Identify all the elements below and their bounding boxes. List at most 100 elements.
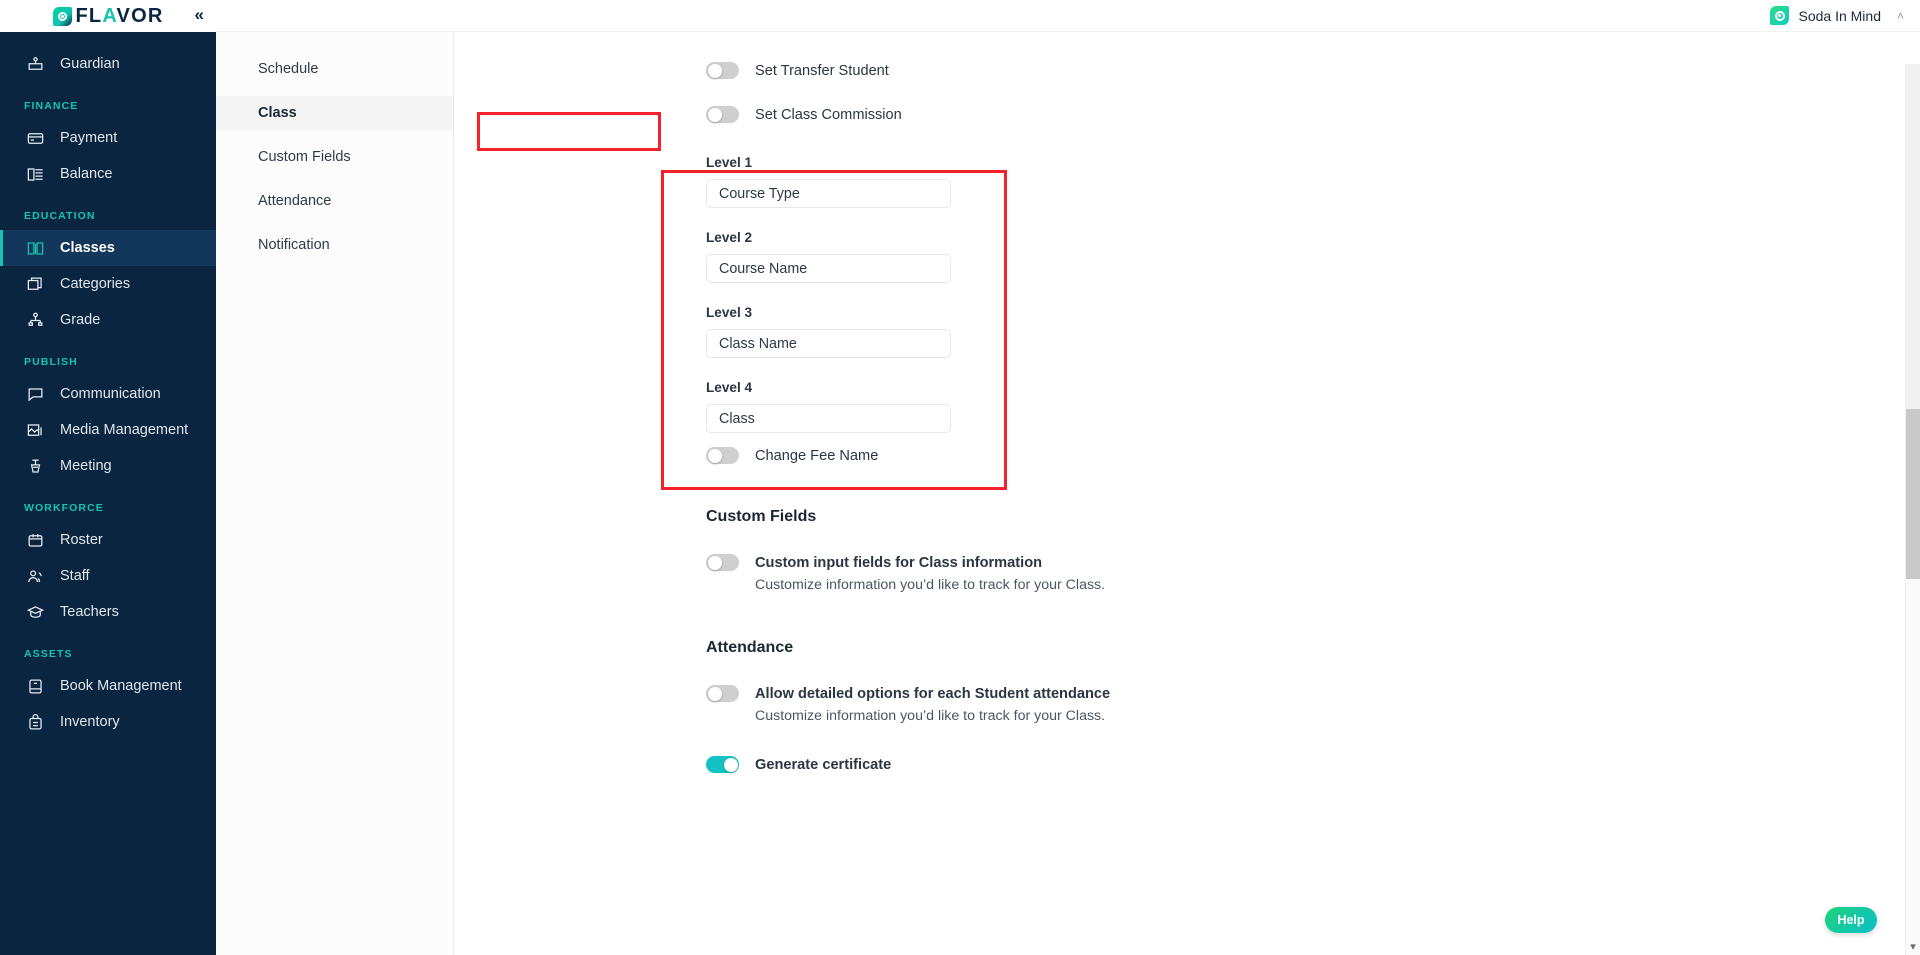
sidebar-item-meeting[interactable]: Meeting xyxy=(0,448,216,484)
sidebar-group-publish: PUBLISH xyxy=(24,356,78,368)
sidebar-label: Media Management xyxy=(60,422,189,438)
level-1-input[interactable]: Course Type xyxy=(706,179,951,208)
setting-row-class-commission: Set Class Commission xyxy=(454,106,1920,123)
level-1-label: Level 1 xyxy=(706,155,753,170)
sidebar: FLAVOR « Guardian FINANCE Payment Balanc… xyxy=(0,0,216,955)
subnav-item-custom-fields[interactable]: Custom Fields xyxy=(216,140,453,174)
subnav-label: Custom Fields xyxy=(258,149,351,165)
subnav-label: Schedule xyxy=(258,61,319,77)
flavor-logo-icon xyxy=(52,6,72,26)
account-name: Soda In Mind xyxy=(1798,7,1881,24)
book-open-icon xyxy=(24,237,46,259)
sidebar-nav: Guardian FINANCE Payment Balance EDUCATI… xyxy=(0,32,216,740)
section-title-custom-fields: Custom Fields xyxy=(706,508,817,525)
setting-label: Set Class Commission xyxy=(755,106,902,123)
sidebar-item-guardian[interactable]: Guardian xyxy=(0,46,216,82)
sidebar-item-classes[interactable]: Classes xyxy=(0,230,216,266)
subnav-item-class[interactable]: Class xyxy=(216,96,453,130)
people-icon xyxy=(24,565,46,587)
app-root: FLAVOR « Guardian FINANCE Payment Balanc… xyxy=(0,0,1920,955)
sidebar-item-teachers[interactable]: Teachers xyxy=(0,594,216,630)
categories-icon xyxy=(24,273,46,295)
settings-subnav: Schedule Class Custom Fields Attendance … xyxy=(216,32,454,955)
sidebar-group-workforce: WORKFORCE xyxy=(24,502,104,514)
section-title-attendance: Attendance xyxy=(706,639,794,656)
level-4-input[interactable]: Class xyxy=(706,404,951,433)
level-naming-group: Level 1 Course Type Level 2 Course Name … xyxy=(454,155,1920,433)
scrollbar-track xyxy=(1906,64,1920,447)
sidebar-label: Payment xyxy=(60,130,118,146)
book-icon xyxy=(24,675,46,697)
sidebar-item-roster[interactable]: Roster xyxy=(0,522,216,558)
sidebar-label: Inventory xyxy=(60,714,120,730)
toggle-set-class-commission[interactable] xyxy=(706,106,739,123)
sidebar-item-inventory[interactable]: Inventory xyxy=(0,704,216,740)
sidebar-label: Roster xyxy=(60,532,103,548)
content-wrap: Schedule Class Custom Fields Attendance … xyxy=(216,32,1920,955)
guardian-icon xyxy=(24,53,46,75)
inventory-bag-icon xyxy=(24,711,46,733)
setting-row-transfer-student: Set Transfer Student xyxy=(454,62,1920,79)
soda-in-mind-logo-icon xyxy=(1770,6,1790,25)
sidebar-item-communication[interactable]: Communication xyxy=(0,376,216,412)
setting-row-generate-certificate: Generate certificate xyxy=(454,756,1920,773)
grade-hierarchy-icon xyxy=(24,309,46,331)
subnav-label: Class xyxy=(258,105,297,121)
toggle-generate-certificate[interactable] xyxy=(706,756,739,773)
brand-text-fl: FL xyxy=(75,5,103,27)
setting-label: Custom input fields for Class informatio… xyxy=(755,554,1043,571)
subnav-label: Attendance xyxy=(258,193,332,209)
sidebar-label: Teachers xyxy=(60,604,119,620)
toggle-detailed-attendance-options[interactable] xyxy=(706,685,739,702)
setting-label: Allow detailed options for each Student … xyxy=(755,685,1111,702)
sidebar-label: Categories xyxy=(60,276,131,292)
chevron-up-icon[interactable]: ˄ xyxy=(1897,9,1904,23)
help-button[interactable]: Help xyxy=(1825,907,1877,933)
toggle-custom-input-fields[interactable] xyxy=(706,554,739,571)
sidebar-label: Book Management xyxy=(60,678,182,694)
setting-label: Generate certificate xyxy=(755,756,892,773)
account-switcher[interactable]: Soda In Mind xyxy=(1770,6,1881,25)
sidebar-label: Balance xyxy=(60,166,113,182)
sidebar-item-categories[interactable]: Categories xyxy=(0,266,216,302)
body-area: Soda In Mind ˄ Schedule Class Custom Fie… xyxy=(216,0,1920,955)
level-2-label: Level 2 xyxy=(706,230,753,245)
sidebar-label: Staff xyxy=(60,568,90,584)
sidebar-item-staff[interactable]: Staff xyxy=(0,558,216,594)
sidebar-item-balance[interactable]: Balance xyxy=(0,156,216,192)
brand-text-vor: VOR xyxy=(116,5,164,27)
balance-icon xyxy=(24,163,46,185)
toggle-set-transfer-student[interactable] xyxy=(706,62,739,79)
sidebar-collapse-icon[interactable]: « xyxy=(195,6,204,23)
vertical-scrollbar[interactable]: ▾ xyxy=(1905,64,1920,955)
level-3-input[interactable]: Class Name xyxy=(706,329,951,358)
level-2-input[interactable]: Course Name xyxy=(706,254,951,283)
chat-bubble-icon xyxy=(24,383,46,405)
sidebar-label: Grade xyxy=(60,312,101,328)
setting-row-change-fee-name: Change Fee Name xyxy=(454,447,1920,464)
subnav-item-schedule[interactable]: Schedule xyxy=(216,52,453,86)
subnav-label: Notification xyxy=(258,237,330,253)
sidebar-group-education: EDUCATION xyxy=(24,210,96,222)
sidebar-item-media-management[interactable]: Media Management xyxy=(0,412,216,448)
sidebar-item-payment[interactable]: Payment xyxy=(0,120,216,156)
brand-text-a: A xyxy=(102,5,117,27)
sidebar-item-grade[interactable]: Grade xyxy=(0,302,216,338)
setting-row-detailed-attendance: Allow detailed options for each Student … xyxy=(454,685,1920,702)
scroll-down-arrow-icon[interactable]: ▾ xyxy=(1906,937,1920,955)
setting-label: Set Transfer Student xyxy=(755,62,889,79)
subnav-item-notification[interactable]: Notification xyxy=(216,228,453,262)
media-image-icon xyxy=(24,419,46,441)
subnav-item-attendance[interactable]: Attendance xyxy=(216,184,453,218)
toggle-change-fee-name[interactable] xyxy=(706,447,739,464)
podium-icon xyxy=(24,455,46,477)
custom-fields-description: Customize information you’d like to trac… xyxy=(755,577,1106,593)
topbar: Soda In Mind ˄ xyxy=(216,0,1920,32)
scrollbar-thumb[interactable] xyxy=(1906,409,1920,579)
sidebar-label: Meeting xyxy=(60,458,112,474)
sidebar-item-book-management[interactable]: Book Management xyxy=(0,668,216,704)
payment-card-icon xyxy=(24,127,46,149)
sidebar-label: Guardian xyxy=(60,56,120,72)
setting-label: Change Fee Name xyxy=(755,447,879,464)
level-4-label: Level 4 xyxy=(706,380,753,395)
